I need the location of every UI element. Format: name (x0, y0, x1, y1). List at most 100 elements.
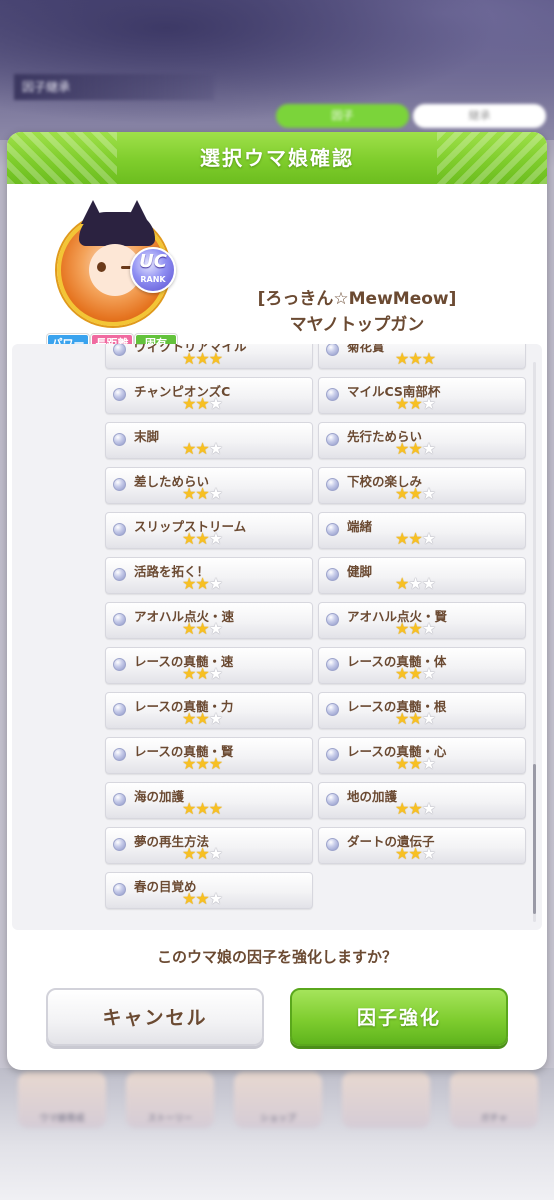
skill-orb-icon (326, 568, 339, 581)
skill-stars: ★★★ (395, 619, 436, 638)
skill-item[interactable]: 先行ためらい ★★★ (318, 422, 526, 459)
nav-item-shop: ショップ (234, 1072, 322, 1128)
skill-stars: ★★★ (395, 439, 436, 458)
skill-orb-icon (326, 838, 339, 851)
portrait-hat (79, 212, 155, 246)
star-filled-icon: ★ (395, 349, 409, 368)
skill-item[interactable]: ヴィクトリアマイル ★★★ (105, 344, 313, 369)
rank-badge: UC RANK (130, 247, 176, 293)
skill-orb-icon (326, 433, 339, 446)
skill-orb-icon (113, 703, 126, 716)
skill-stars: ★★★ (182, 844, 223, 863)
skill-item[interactable]: 末脚 ★★★ (105, 422, 313, 459)
star-empty-icon: ★ (208, 844, 223, 863)
skill-item[interactable]: 差しためらい ★★★ (105, 467, 313, 504)
skill-stars: ★★★ (395, 529, 436, 548)
skill-stars: ★★★ (395, 799, 436, 818)
enhance-factor-button[interactable]: 因子強化 (290, 988, 508, 1046)
character-title: [ろっきん☆MewMeow] (257, 289, 457, 309)
star-empty-icon: ★ (421, 574, 436, 593)
skill-item[interactable]: レースの真髄・賢 ★★★ (105, 737, 313, 774)
star-filled-icon: ★ (408, 709, 422, 728)
tab-inherit: 継承 (413, 104, 546, 128)
star-filled-icon: ★ (408, 529, 422, 548)
star-filled-icon: ★ (408, 754, 422, 773)
skill-orb-icon (113, 433, 126, 446)
star-filled-icon: ★ (195, 844, 209, 863)
star-filled-icon: ★ (182, 484, 196, 503)
skill-item[interactable]: 健脚 ★★★ (318, 557, 526, 594)
skill-item[interactable]: 菊花賞 ★★★ (318, 344, 526, 369)
star-filled-icon: ★ (195, 754, 209, 773)
star-filled-icon: ★ (182, 439, 196, 458)
star-filled-icon: ★ (408, 619, 422, 638)
skill-item[interactable]: マイルCS南部杯 ★★★ (318, 377, 526, 414)
star-filled-icon: ★ (408, 664, 422, 683)
skill-item[interactable]: レースの真髄・速 ★★★ (105, 647, 313, 684)
skill-item[interactable]: 地の加護 ★★★ (318, 782, 526, 819)
star-filled-icon: ★ (195, 889, 209, 908)
skill-orb-icon (113, 793, 126, 806)
skill-stars: ★★★ (395, 709, 436, 728)
star-empty-icon: ★ (421, 529, 436, 548)
star-empty-icon: ★ (421, 844, 436, 863)
star-filled-icon: ★ (195, 394, 209, 413)
skill-stars: ★★★ (395, 574, 436, 593)
skill-stars: ★★★ (395, 484, 436, 503)
skill-stars: ★★★ (182, 664, 223, 683)
skill-item[interactable]: アオハル点火・速 ★★★ (105, 602, 313, 639)
star-filled-icon: ★ (182, 844, 196, 863)
star-filled-icon: ★ (195, 709, 209, 728)
bottom-nav: ウマ娘育成 ストーリー ショップ ガチャ (18, 1072, 538, 1132)
skill-item[interactable]: 端緒 ★★★ (318, 512, 526, 549)
skills-grid: ヴィクトリアマイル ★★★ 菊花賞 ★★★ チャンピオンズC ★★★ マイルCS南部杯 ★★★… (105, 344, 527, 909)
skill-item[interactable]: アオハル点火・賢 ★★★ (318, 602, 526, 639)
skill-item[interactable]: レースの真髄・力 ★★★ (105, 692, 313, 729)
star-filled-icon: ★ (408, 349, 422, 368)
skill-orb-icon (326, 613, 339, 626)
skill-item[interactable]: ダートの遺伝子 ★★★ (318, 827, 526, 864)
skill-orb-icon (113, 883, 126, 896)
skill-item[interactable]: チャンピオンズC ★★★ (105, 377, 313, 414)
skills-list[interactable]: ヴィクトリアマイル ★★★ 菊花賞 ★★★ チャンピオンズC ★★★ マイルCS南部杯 ★★★… (12, 344, 542, 930)
star-empty-icon: ★ (421, 799, 436, 818)
skill-stars: ★★★ (395, 754, 436, 773)
background-tabs: 因子 継承 (276, 104, 546, 128)
star-filled-icon: ★ (395, 709, 409, 728)
cancel-button[interactable]: キャンセル (46, 988, 264, 1046)
skill-name: 菊花賞 (347, 344, 385, 354)
skill-stars: ★★★ (182, 349, 223, 368)
star-empty-icon: ★ (208, 889, 223, 908)
dialog-title: 選択ウマ娘確認 (200, 146, 354, 170)
star-filled-icon: ★ (182, 574, 196, 593)
skill-item[interactable]: 活路を拓く！ ★★★ (105, 557, 313, 594)
star-filled-icon: ★ (395, 754, 409, 773)
skill-item[interactable]: 夢の再生方法 ★★★ (105, 827, 313, 864)
section-label: 因子継承 (14, 74, 214, 100)
star-filled-icon: ★ (182, 889, 196, 908)
skill-item[interactable]: レースの真髄・根 ★★★ (318, 692, 526, 729)
star-filled-icon: ★ (195, 664, 209, 683)
skill-item[interactable]: レースの真髄・体 ★★★ (318, 647, 526, 684)
skill-item[interactable]: 下校の楽しみ ★★★ (318, 467, 526, 504)
skill-orb-icon (113, 568, 126, 581)
skill-item[interactable]: レースの真髄・心 ★★★ (318, 737, 526, 774)
star-filled-icon: ★ (182, 664, 196, 683)
star-empty-icon: ★ (408, 574, 422, 593)
character-name: マヤノトップガン (289, 315, 425, 335)
star-filled-icon: ★ (395, 844, 409, 863)
star-filled-icon: ★ (395, 439, 409, 458)
nav-item-training: ウマ娘育成 (18, 1072, 106, 1128)
star-filled-icon: ★ (182, 349, 196, 368)
nav-item-other (342, 1072, 430, 1128)
tab-factor: 因子 (276, 104, 409, 128)
skill-item[interactable]: スリップストリーム ★★★ (105, 512, 313, 549)
skill-item[interactable]: 春の目覚め ★★★ (105, 872, 313, 909)
scrollbar-thumb[interactable] (533, 764, 536, 914)
star-empty-icon: ★ (208, 484, 223, 503)
star-empty-icon: ★ (421, 484, 436, 503)
skill-stars: ★★★ (182, 439, 223, 458)
skill-orb-icon (326, 388, 339, 401)
skill-item[interactable]: 海の加護 ★★★ (105, 782, 313, 819)
confirm-message: このウマ娘の因子を強化しますか？ (156, 948, 397, 966)
